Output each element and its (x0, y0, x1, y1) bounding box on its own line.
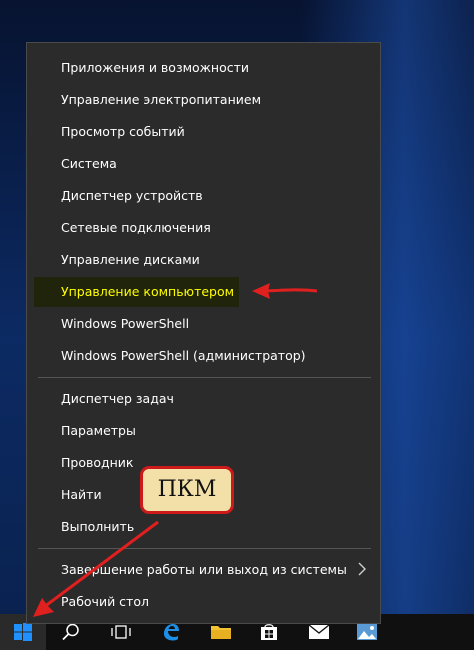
menu-item-run[interactable]: Выполнить (34, 512, 376, 542)
menu-separator (38, 377, 371, 378)
file-explorer-icon (211, 626, 231, 639)
chevron-right-icon (358, 562, 366, 576)
menu-item-system[interactable]: Система (34, 149, 376, 179)
menu-item-apps-features[interactable]: Приложения и возможности (34, 53, 376, 83)
menu-item-settings[interactable]: Параметры (34, 416, 376, 446)
edge-icon (164, 624, 179, 641)
menu-item-task-manager[interactable]: Диспетчер задач (34, 384, 376, 414)
menu-item-disk-management[interactable]: Управление дисками (34, 245, 376, 275)
menu-item-desktop[interactable]: Рабочий стол (34, 587, 376, 617)
windows-start-icon (14, 623, 32, 641)
winx-context-menu: Приложения и возможности Управление элек… (26, 42, 381, 624)
task-view-icon (111, 625, 131, 639)
menu-separator (38, 548, 371, 549)
menu-item-label: Завершение работы или выход из системы (61, 562, 347, 577)
store-icon (261, 624, 277, 640)
menu-item-network-connections[interactable]: Сетевые подключения (34, 213, 376, 243)
menu-item-powershell-admin[interactable]: Windows PowerShell (администратор) (34, 341, 376, 371)
mail-icon (308, 624, 330, 639)
menu-item-computer-management[interactable]: Управление компьютером (34, 277, 239, 307)
menu-item-shutdown-signout[interactable]: Завершение работы или выход из системы (34, 555, 376, 585)
menu-item-device-manager[interactable]: Диспетчер устройств (34, 181, 376, 211)
search-icon (62, 623, 79, 641)
menu-item-event-viewer[interactable]: Просмотр событий (34, 117, 376, 147)
menu-item-power-options[interactable]: Управление электропитанием (34, 85, 376, 115)
menu-item-powershell[interactable]: Windows PowerShell (34, 309, 376, 339)
photos-icon (357, 624, 377, 640)
rmb-annotation-badge: ПКМ (140, 466, 234, 514)
